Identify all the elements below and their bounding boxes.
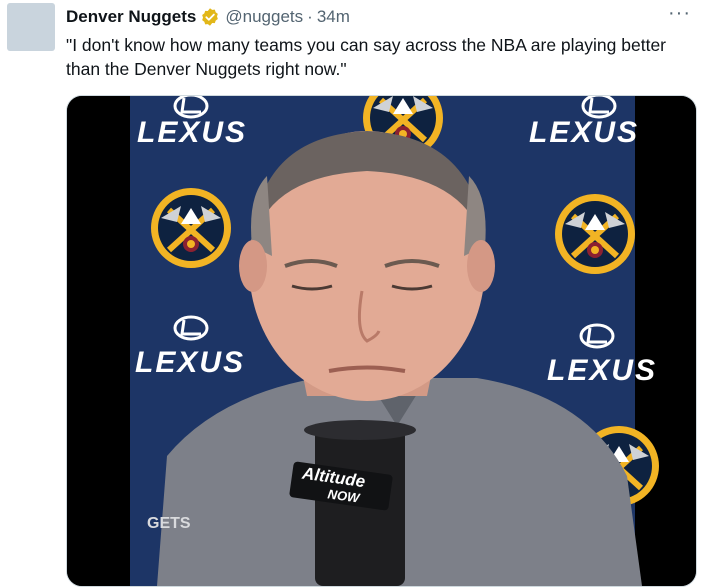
lexus-logo-text: LEXUS [137, 116, 247, 149]
lexus-logo-text: LEXUS [547, 354, 657, 387]
avatar[interactable] [7, 3, 55, 51]
video-frame: LEXUS LEXUS LEXUS LEXUS GETS Altitude NO… [67, 96, 696, 586]
verified-badge-icon[interactable] [200, 7, 220, 27]
video-player[interactable]: LEXUS LEXUS LEXUS LEXUS GETS Altitude NO… [66, 95, 697, 587]
timestamp[interactable]: 34m [317, 7, 350, 27]
tweet-header: Denver Nuggets @nuggets · 34m [66, 6, 350, 28]
lexus-logo-text: LEXUS [135, 346, 245, 379]
shirt-logo-text: GETS [147, 515, 191, 532]
tweet-text: "I don't know how many teams you can say… [66, 35, 666, 79]
more-options-button[interactable]: ··· [668, 2, 691, 24]
separator-dot: · [307, 7, 313, 26]
lexus-logo-text: LEXUS [529, 116, 639, 149]
author-handle[interactable]: @nuggets [225, 7, 303, 27]
author-name[interactable]: Denver Nuggets [66, 7, 196, 27]
